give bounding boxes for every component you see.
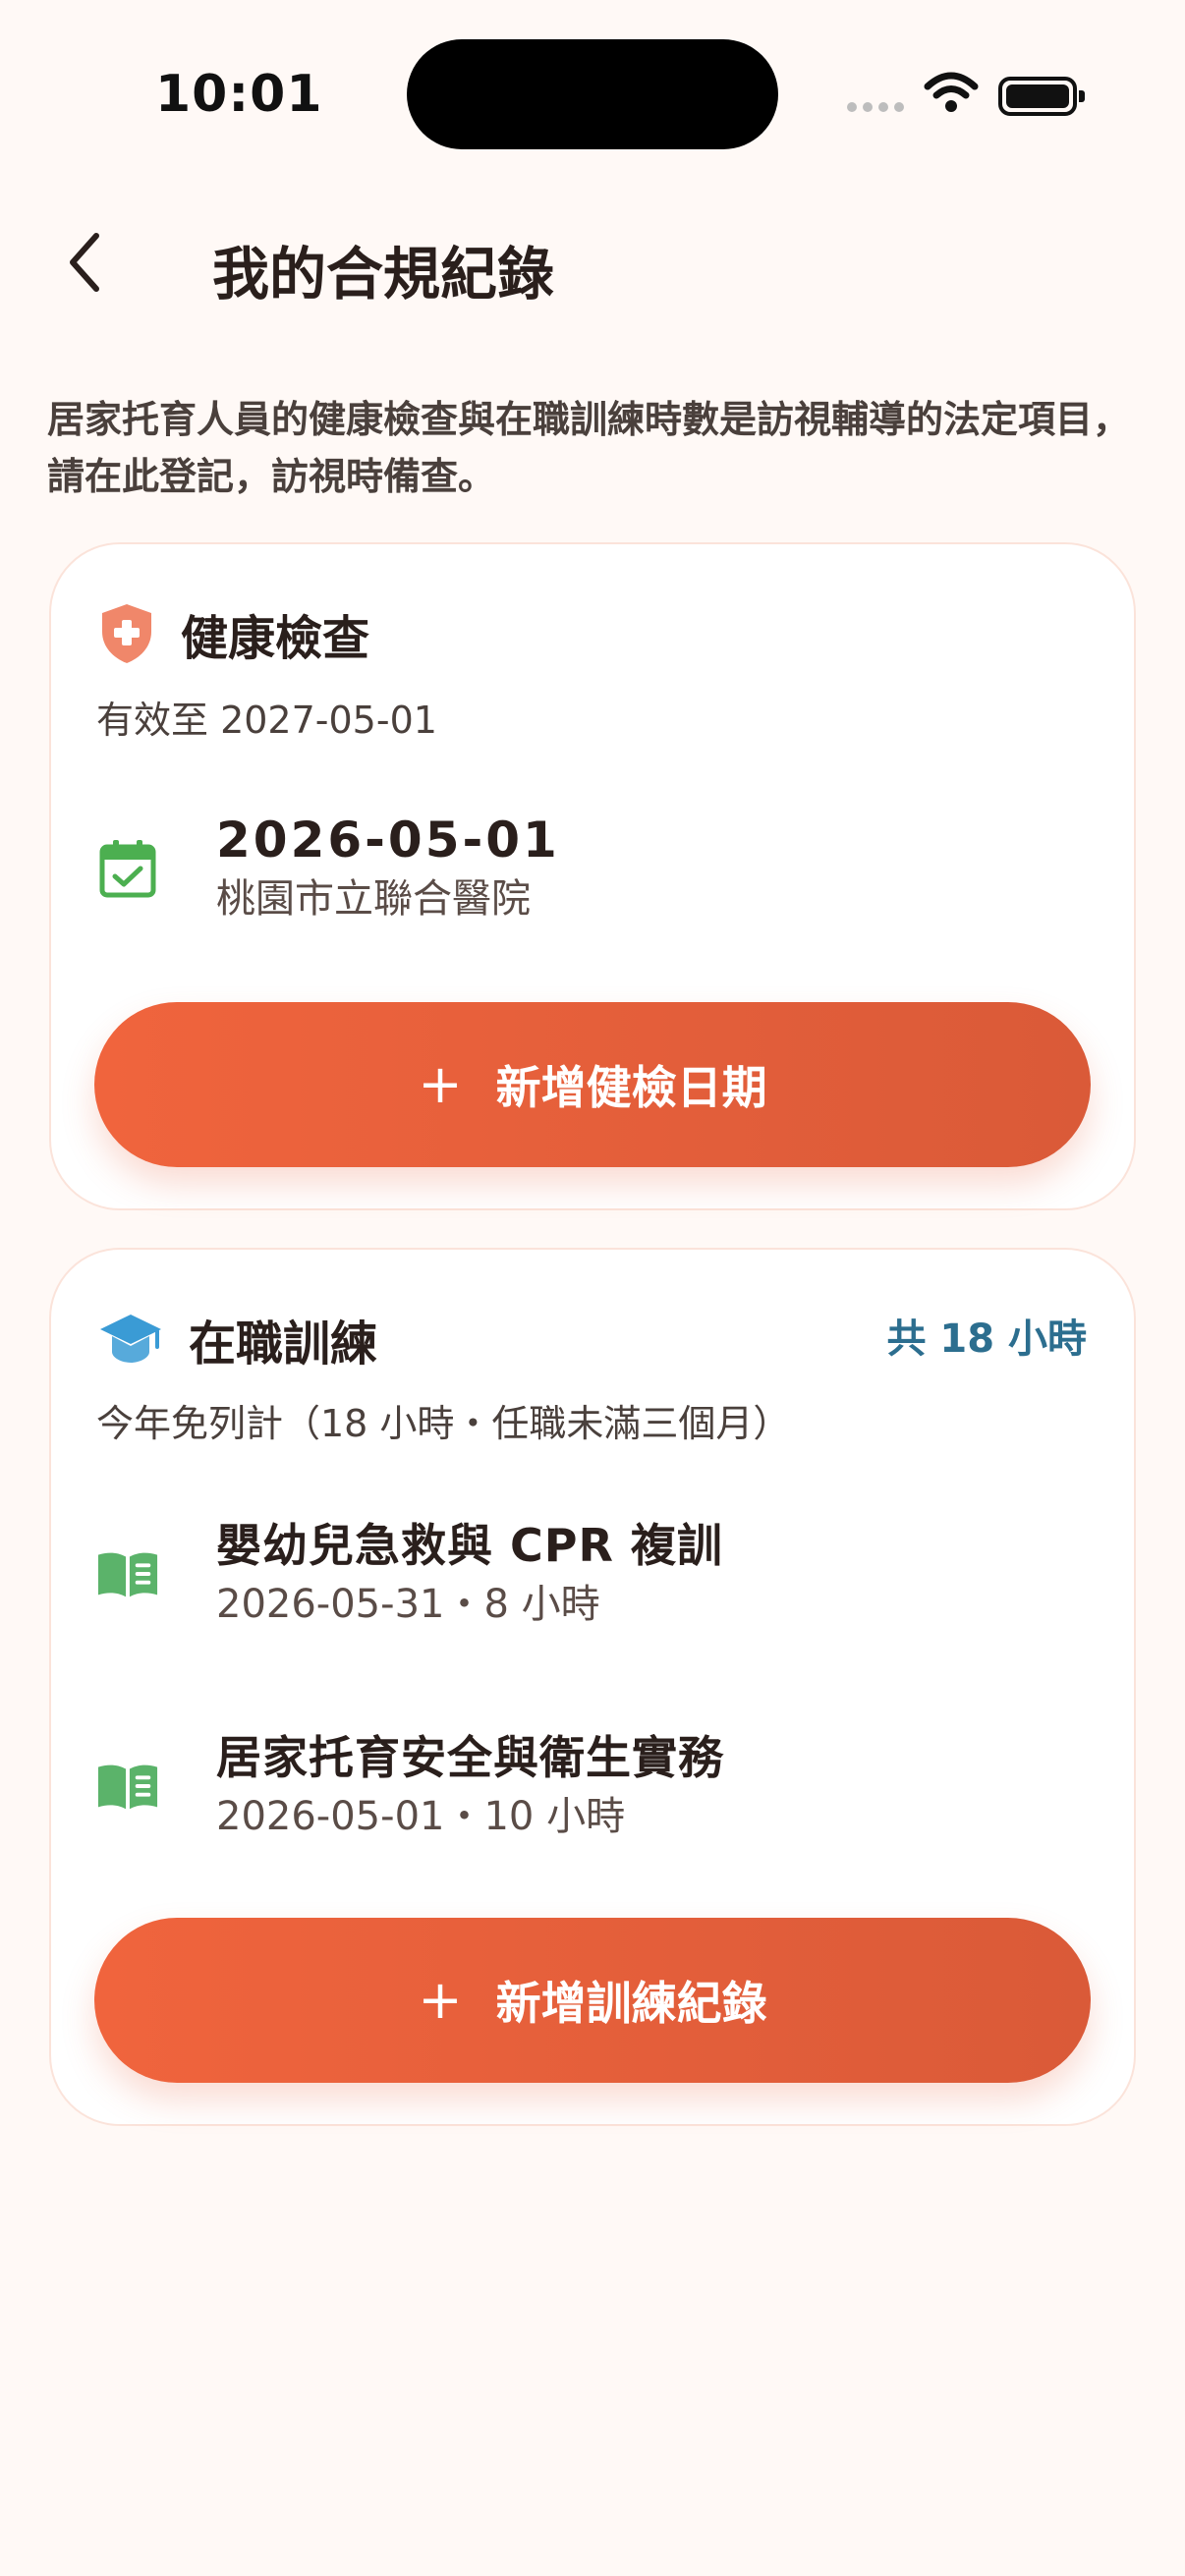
wifi-icon (924, 72, 979, 112)
health-record-place: 桃園市立聯合醫院 (216, 876, 531, 922)
health-check-title: 健康檢查 (181, 611, 370, 666)
signal-icon (847, 102, 904, 112)
book-icon (97, 1764, 158, 1810)
status-time: 10:01 (155, 65, 323, 124)
dynamic-island (407, 39, 778, 149)
shield-plus-icon (102, 604, 151, 663)
training-item[interactable]: 嬰幼兒急救與 CPR 複訓 2026-05-31・8 小時 (96, 1515, 723, 1633)
training-card: 在職訓練 共 18 小時 今年免列計（18 小時・任職未滿三個月） 嬰幼兒急救與… (49, 1248, 1136, 2126)
health-valid-until: 有效至 2027-05-01 (96, 699, 437, 742)
training-item-meta: 2026-05-01・10 小時 (216, 1794, 626, 1839)
plus-icon: + (418, 1969, 463, 2031)
health-record-date: 2026-05-01 (216, 812, 560, 868)
add-training-record-button[interactable]: + 新增訓練紀錄 (94, 1918, 1091, 2083)
graduation-cap-icon (100, 1315, 161, 1363)
training-item[interactable]: 居家托育安全與衛生實務 2026-05-01・10 小時 (96, 1727, 724, 1845)
page-title: 我的合規紀錄 (212, 241, 555, 308)
training-item-meta: 2026-05-31・8 小時 (216, 1582, 600, 1627)
chevron-left-icon (70, 233, 99, 292)
training-item-name: 居家托育安全與衛生實務 (216, 1731, 724, 1784)
add-health-date-button[interactable]: + 新增健檢日期 (94, 1002, 1091, 1167)
add-health-date-label: 新增健檢日期 (495, 1061, 767, 1114)
book-icon (97, 1552, 158, 1597)
training-note: 今年免列計（18 小時・任職未滿三個月） (96, 1402, 791, 1445)
intro-text: 居家托育人員的健康檢查與在職訓練時數是訪視輔導的法定項目，請在此登記，訪視時備查… (47, 398, 1131, 498)
health-record[interactable]: 2026-05-01 桃園市立聯合醫院 (96, 810, 560, 927)
training-item-name: 嬰幼兒急救與 CPR 複訓 (216, 1519, 723, 1572)
calendar-check-icon (99, 840, 156, 898)
training-total-hours: 共 18 小時 (886, 1316, 1087, 1362)
battery-icon (998, 77, 1085, 116)
add-training-record-label: 新增訓練紀錄 (495, 1977, 767, 2030)
plus-icon: + (418, 1053, 463, 1115)
training-title: 在職訓練 (189, 1316, 378, 1372)
back-button[interactable] (55, 228, 114, 297)
health-check-card: 健康檢查 有效至 2027-05-01 2026-05-01 桃園市立聯合醫院 … (49, 542, 1136, 1210)
